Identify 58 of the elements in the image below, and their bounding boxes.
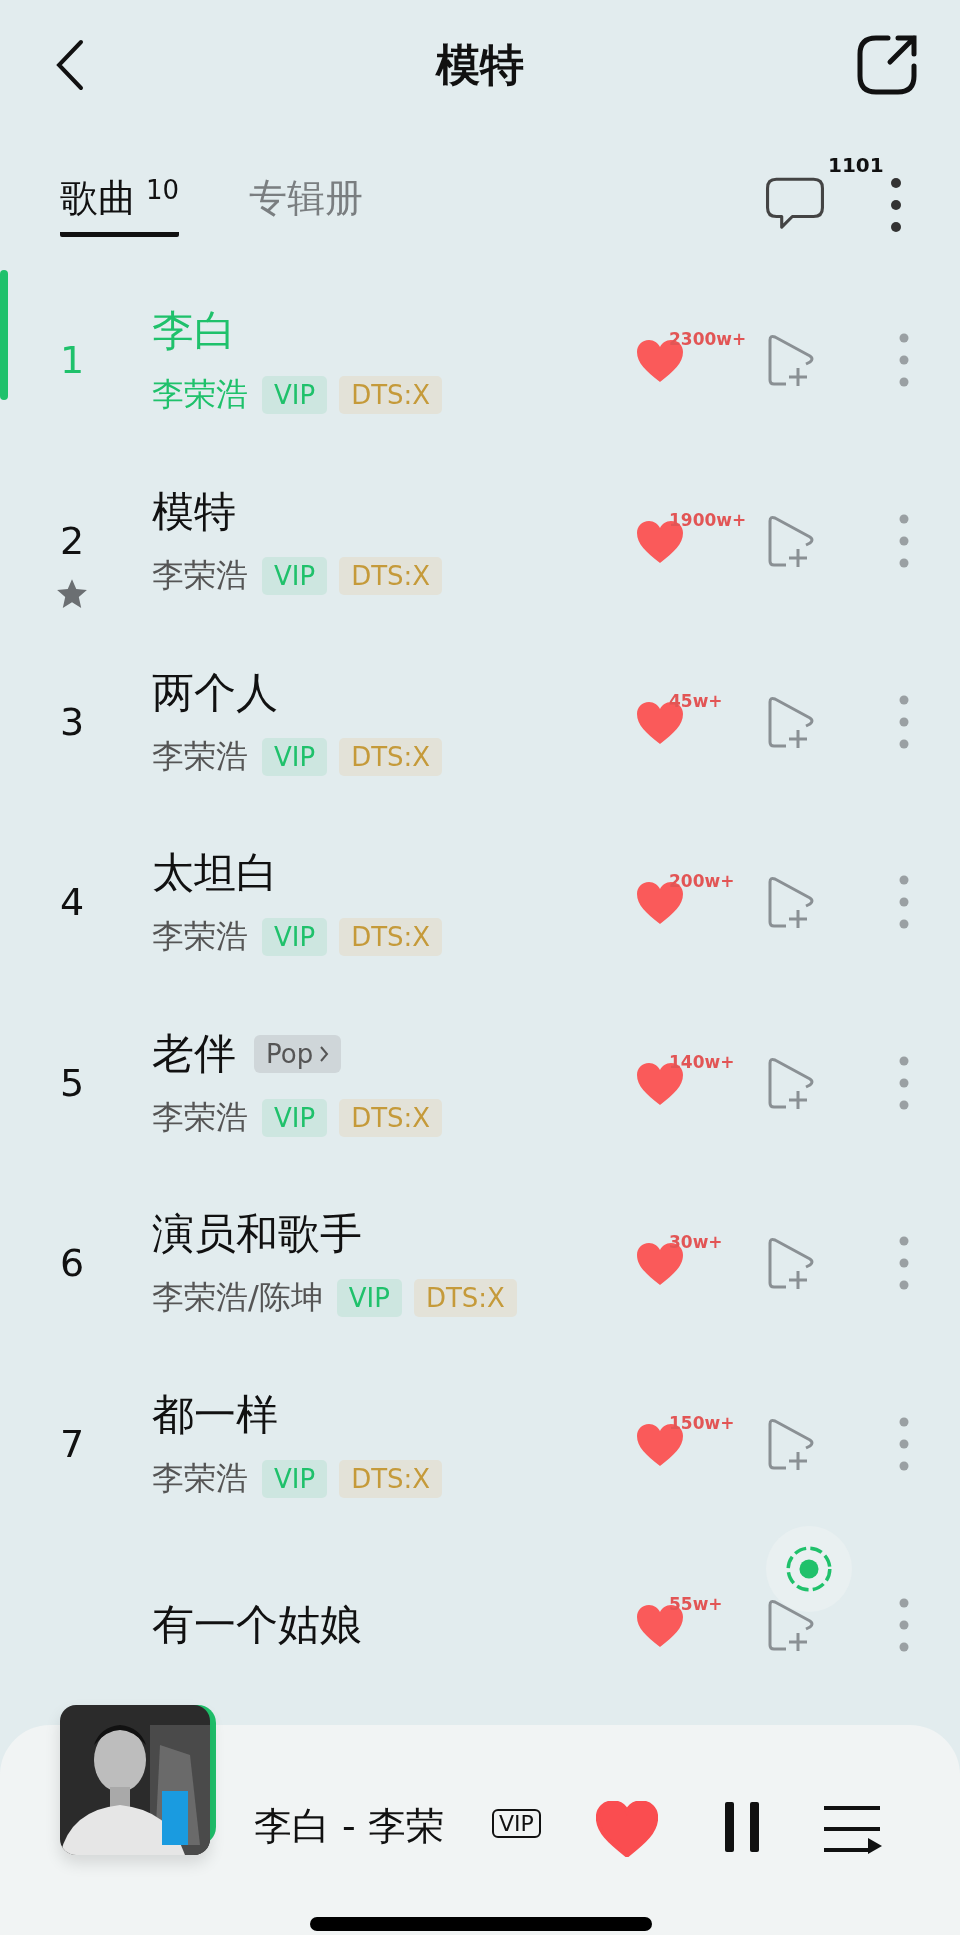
add-to-playlist-icon[interactable] bbox=[766, 332, 816, 389]
comment-count: 1101 bbox=[828, 153, 884, 177]
artist-name[interactable]: 李荣浩 bbox=[152, 1457, 248, 1502]
like-count: 140w+ bbox=[669, 1051, 735, 1072]
track-number: 5 bbox=[59, 1060, 85, 1105]
quality-tag: VIP bbox=[262, 1460, 328, 1499]
quality-tag: VIP bbox=[336, 1279, 402, 1318]
page-title: 模特 bbox=[436, 37, 524, 92]
tab[interactable]: 专辑册 bbox=[249, 173, 364, 237]
quality-tag: DTS:X bbox=[339, 556, 443, 595]
like-count: 30w+ bbox=[669, 1232, 723, 1253]
track-number: 6 bbox=[59, 1241, 85, 1286]
add-to-playlist-icon[interactable] bbox=[766, 1416, 816, 1473]
song-title[interactable]: 演员和歌手 bbox=[152, 1206, 362, 1263]
song-title[interactable]: 有一个姑娘 bbox=[152, 1596, 362, 1653]
tab[interactable]: 歌曲 $^{10}$ bbox=[60, 173, 180, 237]
quality-tag: DTS:X bbox=[339, 1460, 443, 1499]
like-count: 150w+ bbox=[669, 1413, 735, 1434]
chevron-icon bbox=[319, 1044, 330, 1063]
artist-name[interactable]: 李荣浩/陈坤 bbox=[152, 1276, 323, 1321]
quality-tag: DTS:X bbox=[339, 1098, 443, 1137]
song-title[interactable]: 都一样 bbox=[152, 1387, 278, 1444]
like-count: 2300w+ bbox=[669, 329, 747, 350]
track-number: 7 bbox=[59, 1422, 85, 1467]
add-to-playlist-icon[interactable] bbox=[766, 1235, 816, 1292]
now-playing-text[interactable]: 李白 - 李荣 bbox=[254, 1801, 444, 1852]
song-title[interactable]: 模特 bbox=[152, 483, 236, 540]
quality-tag: DTS:X bbox=[413, 1279, 517, 1318]
track-number: 1 bbox=[59, 338, 85, 383]
artist-name[interactable]: 李荣浩 bbox=[152, 553, 248, 598]
quality-tag: DTS:X bbox=[339, 737, 443, 776]
song-title[interactable]: 太坦白 bbox=[152, 845, 278, 902]
track-number: 3 bbox=[59, 699, 85, 744]
like-count: 45w+ bbox=[669, 690, 723, 711]
genre-tag[interactable]: Pop bbox=[254, 1034, 342, 1073]
quality-tag: DTS:X bbox=[339, 376, 443, 415]
quality-tag: VIP bbox=[262, 1098, 328, 1137]
quality-tag: VIP bbox=[262, 556, 328, 595]
back-icon[interactable] bbox=[55, 39, 85, 91]
add-to-playlist-icon[interactable] bbox=[766, 874, 816, 931]
quality-tag: VIP bbox=[262, 376, 328, 415]
song-title[interactable]: 两个人 bbox=[152, 664, 278, 721]
heart-icon[interactable] bbox=[596, 1801, 658, 1857]
artist-name[interactable]: 李荣浩 bbox=[152, 734, 248, 779]
pause-icon[interactable] bbox=[722, 1801, 762, 1853]
quality-tag: VIP bbox=[262, 918, 328, 957]
vip-badge: VIP bbox=[492, 1809, 541, 1838]
artist-name[interactable]: 李荣浩 bbox=[152, 915, 248, 960]
quality-tag: DTS:X bbox=[339, 918, 443, 957]
like-count: 200w+ bbox=[669, 871, 735, 892]
track-number: 4 bbox=[59, 880, 85, 925]
song-title[interactable]: 老伴 bbox=[152, 1025, 236, 1082]
quality-tag: VIP bbox=[262, 737, 328, 776]
like-count: 1900w+ bbox=[669, 509, 747, 530]
track-number: 2 bbox=[59, 518, 85, 563]
more-icon[interactable] bbox=[890, 177, 902, 233]
like-count: 55w+ bbox=[669, 1593, 723, 1614]
artist-name[interactable]: 李荣浩 bbox=[152, 1095, 248, 1140]
